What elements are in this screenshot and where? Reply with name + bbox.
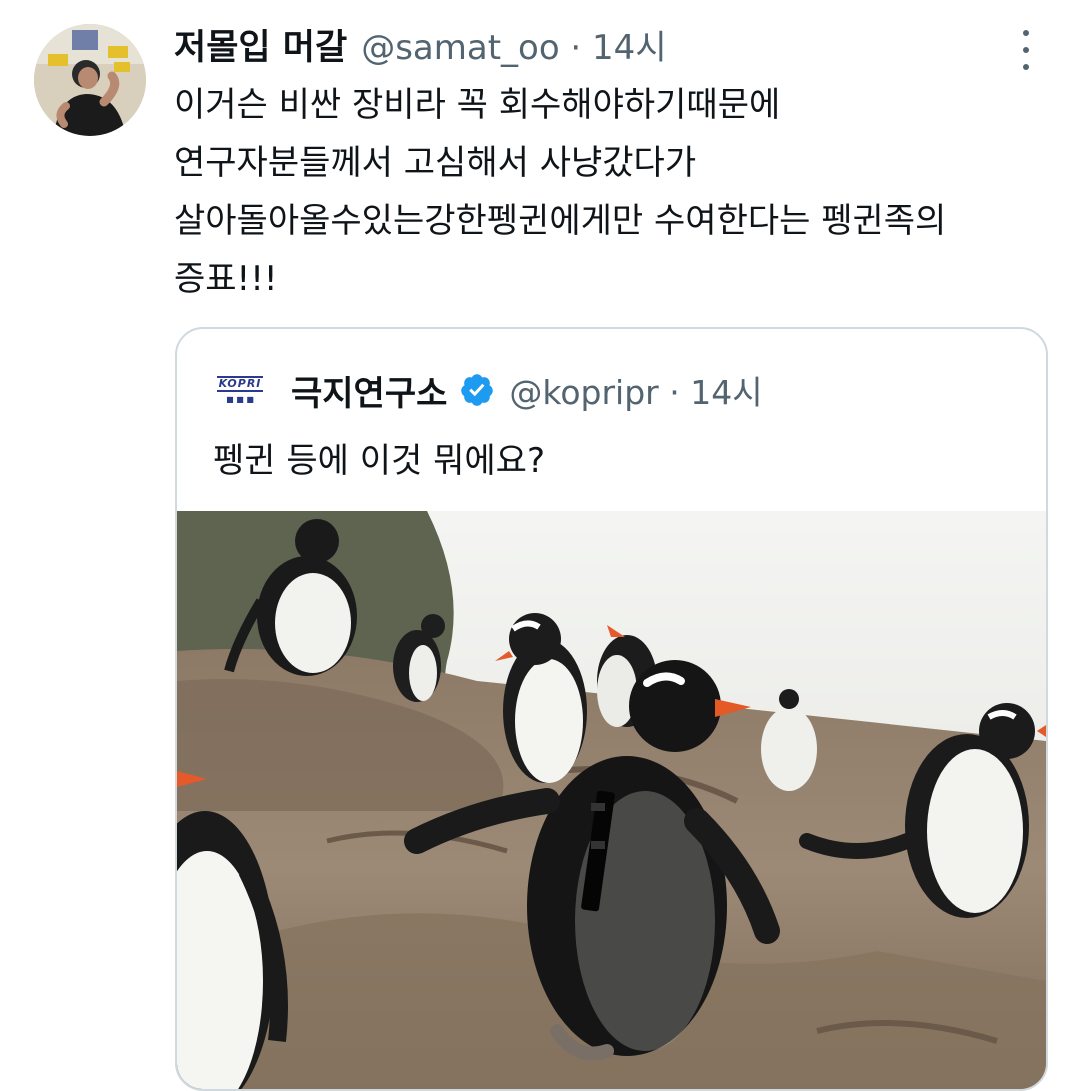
tweet-text: 이거슨 비싼 장비라 꼭 회수해야하기때문에 연구자분들께서 고심해서 사냥갔다… <box>174 85 947 299</box>
quoted-author-name[interactable]: 극지연구소 <box>291 366 447 415</box>
tweet-header: 저몰입 머갈 @samat_oo · 14시 <box>174 20 667 68</box>
verified-badge-icon <box>461 374 494 406</box>
more-vertical-icon[interactable] <box>1012 28 1040 72</box>
quoted-tweet-header: KOPRI ■ ■ ■ 극지연구소 @kopripr · 14시 <box>215 365 763 415</box>
author-handle-time[interactable]: @samat_oo · 14시 <box>361 20 666 69</box>
author-avatar[interactable] <box>34 24 146 136</box>
quoted-tweet-text: 펭귄 등에 이것 뭐에요? <box>213 441 545 481</box>
quoted-handle-time[interactable]: @kopripr · 14시 <box>509 366 762 414</box>
kopri-logo-text: KOPRI <box>216 376 264 392</box>
author-name[interactable]: 저몰입 머갈 <box>174 19 347 70</box>
penguin-photo[interactable] <box>177 511 1046 1089</box>
quoted-tweet[interactable]: KOPRI ■ ■ ■ 극지연구소 @kopripr · 14시 펭귄 등에 이… <box>175 327 1048 1091</box>
kopri-logo-sub: ■ ■ ■ <box>226 395 254 404</box>
kopri-logo: KOPRI ■ ■ ■ <box>215 370 265 410</box>
